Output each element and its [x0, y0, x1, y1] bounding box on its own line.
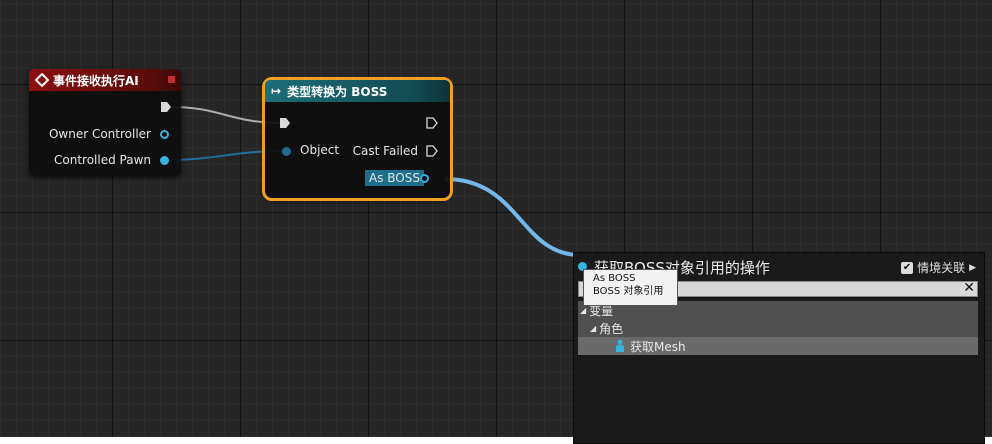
clear-search-icon[interactable]: ✕: [963, 280, 975, 296]
as-boss-wire[interactable]: [444, 177, 581, 257]
tree-get-mesh-label: 获取Mesh: [630, 339, 686, 354]
cast-failed-pin-icon[interactable]: [426, 145, 438, 157]
exec-out-pin-icon[interactable]: [426, 117, 438, 129]
controlled-pawn-pin-icon[interactable]: [160, 156, 169, 165]
controlled-pawn-label: Controlled Pawn: [54, 153, 151, 167]
object-pin-icon[interactable]: [282, 147, 291, 156]
variable-icon: [616, 339, 624, 352]
as-boss-label: As BOSS: [365, 170, 424, 186]
event-delegate-pin-icon[interactable]: [168, 76, 175, 83]
collapse-arrow-icon[interactable]: ◢: [580, 306, 586, 315]
event-node[interactable]: 事件接收执行AI Owner Controller Controlled Paw…: [29, 69, 181, 176]
as-boss-pin-icon[interactable]: [420, 174, 429, 183]
cast-to-boss-node[interactable]: ↦ 类型转换为 BOSS Object Cast Failed As BOSS: [262, 77, 453, 201]
owner-controller-pin-icon[interactable]: [160, 130, 169, 139]
tree-category-character[interactable]: ◢ 角色: [578, 319, 978, 337]
cast-node-header[interactable]: ↦ 类型转换为 BOSS: [265, 80, 450, 102]
owner-controller-label: Owner Controller: [48, 127, 151, 141]
tree-item-get-mesh[interactable]: 获取Mesh: [578, 337, 978, 355]
cast-arrow-icon: ↦: [271, 84, 282, 98]
context-sensitive-toggle[interactable]: ✔ 情境关联 ▶: [901, 259, 976, 276]
cast-failed-label: Cast Failed: [352, 144, 418, 158]
exec-out-pin-icon[interactable]: [160, 101, 172, 113]
tooltip-line-1: As BOSS: [593, 273, 636, 284]
event-node-title: 事件接收执行AI: [53, 73, 139, 88]
tree-character-label: 角色: [599, 321, 624, 336]
tooltip-line-2: BOSS 对象引用: [593, 286, 664, 297]
event-diamond-icon: [35, 73, 49, 87]
event-node-header[interactable]: 事件接收执行AI: [29, 69, 181, 91]
context-label: 情境关联: [917, 261, 966, 275]
exec-in-pin-icon[interactable]: [279, 117, 291, 129]
collapse-arrow-icon[interactable]: ◢: [590, 324, 596, 333]
context-checkbox[interactable]: ✔: [901, 261, 914, 274]
pin-tooltip: As BOSS BOSS 对象引用: [583, 269, 678, 306]
cast-node-title: 类型转换为 BOSS: [287, 84, 388, 99]
context-arrow-icon: ▶: [969, 262, 976, 273]
object-pin-label: Object: [300, 143, 340, 157]
